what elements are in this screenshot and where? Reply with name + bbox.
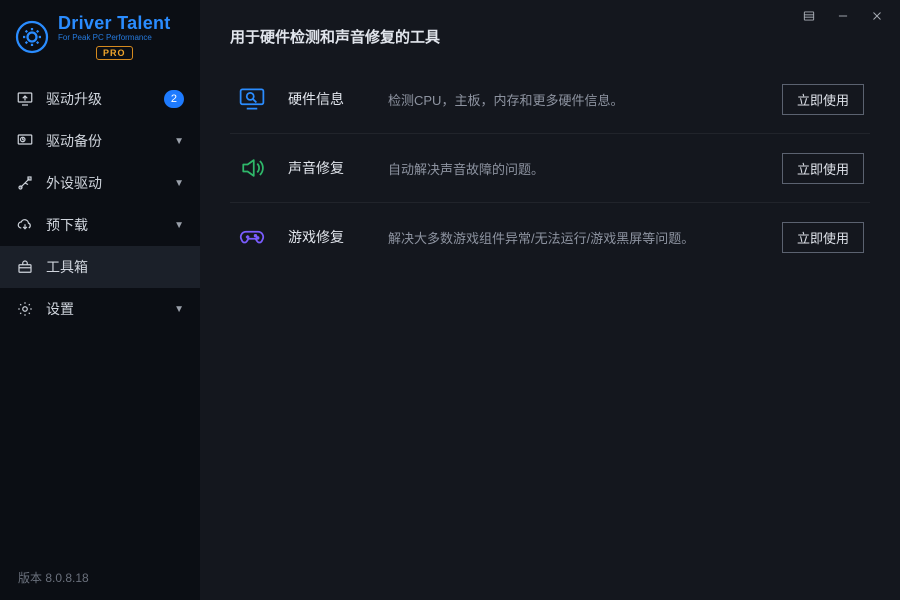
chevron-down-icon: ▼ (174, 304, 184, 315)
tool-list: 硬件信息 检测CPU，主板，内存和更多硬件信息。 立即使用 声音修复 自动解决声… (230, 65, 870, 271)
chevron-down-icon: ▼ (174, 178, 184, 189)
clock-history-icon (16, 132, 34, 150)
sidebar-item-label: 预下载 (46, 215, 88, 235)
use-now-button[interactable]: 立即使用 (782, 222, 864, 253)
sidebar-nav: 驱动升级 2 驱动备份 ▼ 外设驱动 ▼ (0, 78, 200, 330)
tool-row-sound-fix: 声音修复 自动解决声音故障的问题。 立即使用 (230, 134, 870, 203)
use-now-button[interactable]: 立即使用 (782, 84, 864, 115)
toolbox-icon (16, 258, 34, 276)
menu-icon[interactable] (800, 7, 818, 25)
logo-subtitle: For Peak PC Performance (58, 34, 171, 42)
sidebar-item-peripheral-drivers[interactable]: 外设驱动 ▼ (0, 162, 200, 204)
monitor-up-icon (16, 90, 34, 108)
sidebar-item-label: 外设驱动 (46, 173, 102, 193)
tool-name: 硬件信息 (288, 89, 388, 109)
minimize-button[interactable] (834, 7, 852, 25)
logo-title: Driver Talent (58, 14, 171, 32)
use-now-button[interactable]: 立即使用 (782, 153, 864, 184)
version-label: 版本 8.0.8.18 (0, 555, 200, 600)
sidebar-item-label: 驱动升级 (46, 89, 102, 109)
main-panel: 用于硬件检测和声音修复的工具 硬件信息 检测CPU，主板，内存和更多硬件信息。 … (200, 0, 900, 600)
page-title: 用于硬件检测和声音修复的工具 (230, 26, 870, 47)
logo-gear-icon (14, 19, 50, 55)
sidebar-item-label: 工具箱 (46, 257, 88, 277)
sidebar-item-driver-update[interactable]: 驱动升级 2 (0, 78, 200, 120)
usb-icon (16, 174, 34, 192)
monitor-search-icon (236, 83, 268, 115)
sidebar-item-label: 设置 (46, 299, 74, 319)
tool-name: 游戏修复 (288, 227, 388, 247)
speaker-icon (236, 152, 268, 184)
sidebar-item-settings[interactable]: 设置 ▼ (0, 288, 200, 330)
gear-icon (16, 300, 34, 318)
chevron-down-icon: ▼ (174, 136, 184, 147)
cloud-download-icon (16, 216, 34, 234)
tool-row-hardware-info: 硬件信息 检测CPU，主板，内存和更多硬件信息。 立即使用 (230, 65, 870, 134)
gamepad-icon (236, 221, 268, 253)
sidebar-item-predownload[interactable]: 预下载 ▼ (0, 204, 200, 246)
sidebar-item-driver-backup[interactable]: 驱动备份 ▼ (0, 120, 200, 162)
sidebar: Driver Talent For Peak PC Performance PR… (0, 0, 200, 600)
tool-name: 声音修复 (288, 158, 388, 178)
tool-desc: 解决大多数游戏组件异常/无法运行/游戏黑屏等问题。 (388, 228, 782, 247)
app-logo: Driver Talent For Peak PC Performance PR… (0, 0, 200, 70)
chevron-down-icon: ▼ (174, 220, 184, 231)
close-button[interactable] (868, 7, 886, 25)
pro-badge: PRO (96, 46, 133, 60)
sidebar-item-toolbox[interactable]: 工具箱 (0, 246, 200, 288)
tool-row-game-fix: 游戏修复 解决大多数游戏组件异常/无法运行/游戏黑屏等问题。 立即使用 (230, 203, 870, 271)
sidebar-item-label: 驱动备份 (46, 131, 102, 151)
update-count-badge: 2 (164, 90, 184, 108)
tool-desc: 自动解决声音故障的问题。 (388, 159, 782, 178)
tool-desc: 检测CPU，主板，内存和更多硬件信息。 (388, 90, 782, 109)
